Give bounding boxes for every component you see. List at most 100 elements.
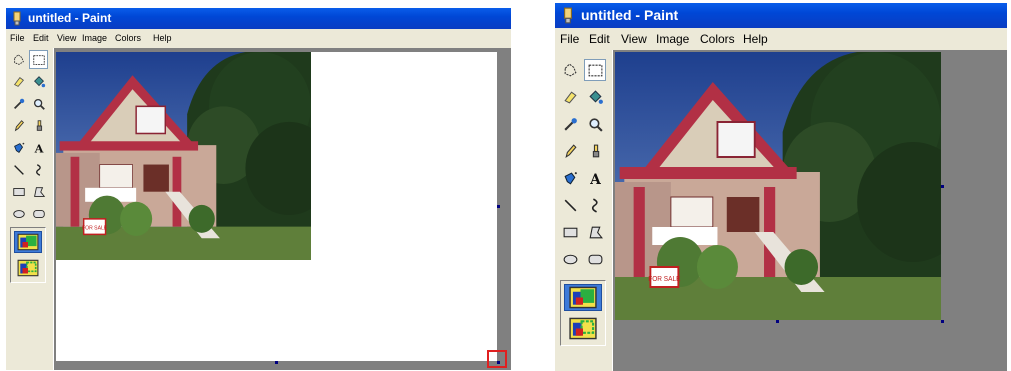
rectangle-select-icon [588, 64, 602, 76]
left-menu-image[interactable]: Image [82, 33, 107, 43]
highlighted-resize-handle [487, 350, 507, 368]
house-image: FOR SALE [56, 52, 311, 260]
right-canvas[interactable]: FOR SALE [615, 52, 944, 323]
rounded-rectangle-icon [588, 254, 602, 264]
right-title-bar[interactable]: untitled - Paint [555, 3, 1007, 28]
rounded-rectangle-icon [32, 209, 45, 218]
airbrush-icon [564, 171, 577, 185]
house-image: FOR SALE [615, 52, 941, 320]
canvas-resize-handle-bottom[interactable] [776, 320, 779, 323]
canvas-resize-handle-corner[interactable] [941, 320, 944, 323]
tool-line[interactable] [9, 160, 28, 179]
right-menu-image[interactable]: Image [656, 32, 689, 46]
line-icon [13, 164, 24, 175]
tool-polygon[interactable] [29, 182, 48, 201]
opaque-mode-icon [17, 233, 39, 251]
tool-curve[interactable] [584, 194, 606, 216]
left-menu-view[interactable]: View [57, 33, 76, 43]
tool-polygon[interactable] [584, 221, 606, 243]
tool-fill-bucket[interactable] [29, 72, 48, 91]
paint-app-icon [560, 7, 576, 29]
tool-magnifier[interactable] [584, 113, 606, 135]
tool-eraser[interactable] [9, 72, 28, 91]
tool-line[interactable] [559, 194, 581, 216]
canvas-resize-handle-right[interactable] [941, 185, 944, 188]
tool-ellipse[interactable] [559, 248, 581, 270]
curve-icon [591, 197, 598, 213]
tool-rectangle-select[interactable] [29, 50, 48, 69]
tool-rectangle-select[interactable] [584, 59, 606, 81]
line-icon [564, 199, 576, 211]
curve-icon [35, 163, 41, 176]
tool-text[interactable]: A [29, 138, 48, 157]
tool-free-form-select[interactable] [559, 59, 581, 81]
ellipse-icon [12, 209, 25, 218]
tool-rectangle[interactable] [9, 182, 28, 201]
tool-airbrush[interactable] [559, 167, 581, 189]
airbrush-icon [13, 142, 24, 153]
tool-fill-bucket[interactable] [584, 86, 606, 108]
svg-text:A: A [33, 141, 43, 155]
left-toolbox: A [6, 48, 54, 370]
tool-curve[interactable] [29, 160, 48, 179]
for-sale-sign-text: FOR SALE [82, 226, 108, 232]
transparent-mode-icon [569, 317, 597, 340]
right-menu-help[interactable]: Help [743, 32, 768, 46]
tool-ellipse[interactable] [9, 204, 28, 223]
fill-bucket-icon [588, 89, 603, 104]
tool-brush[interactable] [584, 140, 606, 162]
opaque-mode-icon [569, 286, 597, 309]
left-menu-file[interactable]: File [10, 33, 25, 43]
right-menu-colors[interactable]: Colors [700, 32, 735, 46]
tool-free-form-select[interactable] [9, 50, 28, 69]
transparent-mode-button[interactable] [564, 315, 602, 342]
right-menu-file[interactable]: File [560, 32, 579, 46]
right-toolbox: A [555, 50, 613, 371]
eraser-icon [563, 90, 577, 103]
left-menu-colors[interactable]: Colors [115, 33, 141, 43]
tool-rounded-rectangle[interactable] [29, 204, 48, 223]
right-menu-view[interactable]: View [621, 32, 647, 46]
color-picker-icon [13, 98, 24, 109]
tool-color-picker[interactable] [9, 94, 28, 113]
tool-pencil[interactable] [559, 140, 581, 162]
tool-color-picker[interactable] [559, 113, 581, 135]
tool-eraser[interactable] [559, 86, 581, 108]
opaque-mode-button[interactable] [14, 231, 42, 253]
transparent-mode-icon [17, 259, 39, 277]
pencil-icon [14, 119, 24, 131]
fill-bucket-icon [33, 75, 45, 87]
text-icon: A [589, 171, 601, 186]
left-title-bar[interactable]: untitled - Paint [6, 8, 511, 29]
tool-magnifier[interactable] [29, 94, 48, 113]
opaque-mode-button[interactable] [564, 284, 602, 311]
canvas-resize-handle-bottom[interactable] [275, 361, 278, 364]
canvas-resize-handle-right[interactable] [497, 205, 500, 208]
left-house-photo[interactable]: FOR SALE [56, 52, 311, 260]
eraser-icon [13, 76, 24, 87]
tool-brush[interactable] [29, 116, 48, 135]
tool-text[interactable]: A [584, 167, 606, 189]
brush-icon [36, 119, 42, 131]
ellipse-icon [563, 254, 577, 264]
right-window-title: untitled - Paint [581, 7, 679, 23]
free-form-select-icon [564, 62, 576, 76]
polygon-icon [589, 226, 603, 238]
tool-options-box [560, 280, 606, 346]
right-house-photo[interactable]: FOR SALE [615, 52, 941, 320]
left-workspace[interactable]: FOR SALE [54, 48, 511, 370]
free-form-select-icon [13, 53, 24, 65]
right-menu-edit[interactable]: Edit [589, 32, 610, 46]
tool-rounded-rectangle[interactable] [584, 248, 606, 270]
tool-pencil[interactable] [9, 116, 28, 135]
transparent-mode-button[interactable] [14, 257, 42, 279]
left-menu-help[interactable]: Help [153, 33, 172, 43]
left-canvas[interactable]: FOR SALE [56, 52, 500, 364]
tool-rectangle[interactable] [559, 221, 581, 243]
left-paint-window: untitled - Paint File Edit View Image Co… [6, 8, 511, 370]
right-workspace[interactable]: FOR SALE [613, 50, 1007, 371]
brush-icon [592, 144, 599, 157]
rectangle-icon [563, 227, 577, 237]
tool-airbrush[interactable] [9, 138, 28, 157]
left-menu-edit[interactable]: Edit [33, 33, 49, 43]
